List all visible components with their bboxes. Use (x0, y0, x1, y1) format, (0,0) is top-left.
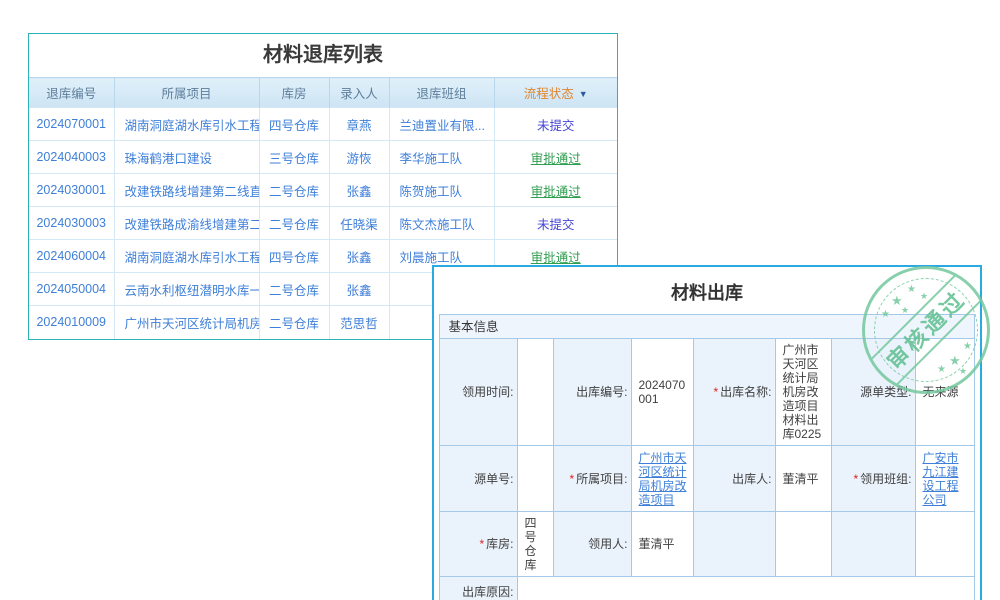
table-row[interactable]: 2024030001 改建铁路线增建第二线直... 二号仓库 张鑫 陈贺施工队 … (29, 174, 617, 207)
cell-entry: 张鑫 (329, 240, 389, 273)
filter-dropdown-icon[interactable]: ▼ (579, 89, 588, 99)
cell-return-no[interactable]: 2024030003 (29, 207, 114, 240)
table-row[interactable]: 2024030003 改建铁路成渝线增建第二... 二号仓库 任晓渠 陈文杰施工… (29, 207, 617, 240)
column-header-return-no: 退库编号 (29, 78, 114, 108)
outbound-person-label: 出库人: (694, 446, 776, 512)
column-header-status[interactable]: 流程状态 ▼ (494, 78, 617, 108)
column-header-team: 退库班组 (389, 78, 494, 108)
cell-team: 李华施工队 (389, 141, 494, 174)
cell-entry: 游恢 (329, 141, 389, 174)
cell-warehouse: 二号仓库 (259, 273, 329, 306)
cell-entry: 张鑫 (329, 174, 389, 207)
source-no-label: 源单号: (440, 446, 518, 512)
cell-status[interactable]: 审批通过 (494, 141, 617, 174)
warehouse-label: *库房: (440, 512, 518, 577)
required-marker: * (479, 537, 484, 551)
collector-value: 董清平 (632, 512, 694, 577)
column-header-warehouse: 库房 (259, 78, 329, 108)
outbound-name-label: *出库名称: (694, 339, 776, 446)
cell-status[interactable]: 审批通过 (494, 174, 617, 207)
return-list-header-row: 退库编号 所属项目 库房 录入人 退库班组 流程状态 ▼ (29, 78, 617, 108)
required-marker: * (569, 472, 574, 486)
cell-return-no[interactable]: 2024070001 (29, 108, 114, 141)
cell-project: 改建铁路成渝线增建第二... (114, 207, 259, 240)
required-marker: * (853, 472, 858, 486)
required-marker: * (713, 385, 718, 399)
project-label: *所属项目: (554, 446, 632, 512)
cell-project: 湖南洞庭湖水库引水工程... (114, 108, 259, 141)
collector-label: 领用人: (554, 512, 632, 577)
project-value: 广州市天河区统计局机房改造项目 (632, 446, 694, 512)
return-list-title: 材料退库列表 (29, 34, 617, 77)
collect-time-value[interactable] (518, 339, 554, 446)
project-link[interactable]: 广州市天河区统计局机房改造项目 (638, 451, 686, 507)
reason-value[interactable] (518, 577, 974, 600)
cell-return-no[interactable]: 2024030001 (29, 174, 114, 207)
outbound-form-title: 材料出库 (434, 267, 980, 314)
cell-project: 湖南洞庭湖水库引水工程... (114, 240, 259, 273)
section-header-basic-info: 基本信息 (440, 315, 974, 339)
warehouse-value[interactable]: 四号仓库 (518, 512, 554, 577)
column-header-status-label[interactable]: 流程状态 (524, 87, 574, 101)
cell-return-no[interactable]: 2024040003 (29, 141, 114, 174)
section-header-label: 基本信息 (440, 315, 974, 339)
cell-warehouse: 四号仓库 (259, 108, 329, 141)
cell-team: 兰迪置业有限... (389, 108, 494, 141)
cell-team: 陈贺施工队 (389, 174, 494, 207)
source-no-value (518, 446, 554, 512)
column-header-project: 所属项目 (114, 78, 259, 108)
cell-entry: 章燕 (329, 108, 389, 141)
table-row[interactable]: 2024070001 湖南洞庭湖水库引水工程... 四号仓库 章燕 兰迪置业有限… (29, 108, 617, 141)
cell-entry: 范思哲 (329, 306, 389, 339)
cell-warehouse: 二号仓库 (259, 306, 329, 339)
cell-entry: 张鑫 (329, 273, 389, 306)
cell-return-no[interactable]: 2024010009 (29, 306, 114, 339)
source-type-value: 无来源 (916, 339, 974, 446)
cell-project: 云南水利枢纽潜明水库一... (114, 273, 259, 306)
cell-project: 珠海鹤港口建设 (114, 141, 259, 174)
empty-label-cell (832, 512, 916, 577)
page: 材料退库列表 退库编号 所属项目 库房 录入人 退库班组 流程状态 ▼ (0, 0, 1000, 600)
outbound-no-label: 出库编号: (554, 339, 632, 446)
cell-status: 未提交 (494, 207, 617, 240)
outbound-no-value: 2024070001 (632, 339, 694, 446)
cell-return-no[interactable]: 2024050004 (29, 273, 114, 306)
outbound-basic-info-table: 基本信息 领用时间: 出库编号: 2024070001 *出库名称: 广州市天河… (439, 314, 974, 600)
outbound-form-panel: 材料出库 基本信息 领用时间: 出库编号: 2024070001 *出库名称: … (432, 265, 982, 600)
source-type-label: 源单类型: (832, 339, 916, 446)
column-header-entry: 录入人 (329, 78, 389, 108)
collect-team-label: *领用班组: (832, 446, 916, 512)
collect-team-value: 广安市九江建设工程公司 (916, 446, 974, 512)
cell-warehouse: 二号仓库 (259, 207, 329, 240)
empty-label-cell (694, 512, 776, 577)
table-row[interactable]: 2024040003 珠海鹤港口建设 三号仓库 游恢 李华施工队 审批通过 (29, 141, 617, 174)
outbound-person-value: 董清平 (776, 446, 832, 512)
reason-label: 出库原因: (440, 577, 518, 600)
cell-project: 广州市天河区统计局机房... (114, 306, 259, 339)
empty-value-cell (916, 512, 974, 577)
cell-warehouse: 二号仓库 (259, 174, 329, 207)
cell-status: 未提交 (494, 108, 617, 141)
outbound-name-value[interactable]: 广州市天河区统计局机房改造项目材料出库0225 (776, 339, 832, 446)
cell-warehouse: 四号仓库 (259, 240, 329, 273)
collect-team-link[interactable]: 广安市九江建设工程公司 (922, 451, 958, 507)
collect-time-label: 领用时间: (440, 339, 518, 446)
cell-team: 陈文杰施工队 (389, 207, 494, 240)
cell-return-no[interactable]: 2024060004 (29, 240, 114, 273)
empty-value-cell (776, 512, 832, 577)
cell-warehouse: 三号仓库 (259, 141, 329, 174)
cell-project: 改建铁路线增建第二线直... (114, 174, 259, 207)
cell-entry: 任晓渠 (329, 207, 389, 240)
